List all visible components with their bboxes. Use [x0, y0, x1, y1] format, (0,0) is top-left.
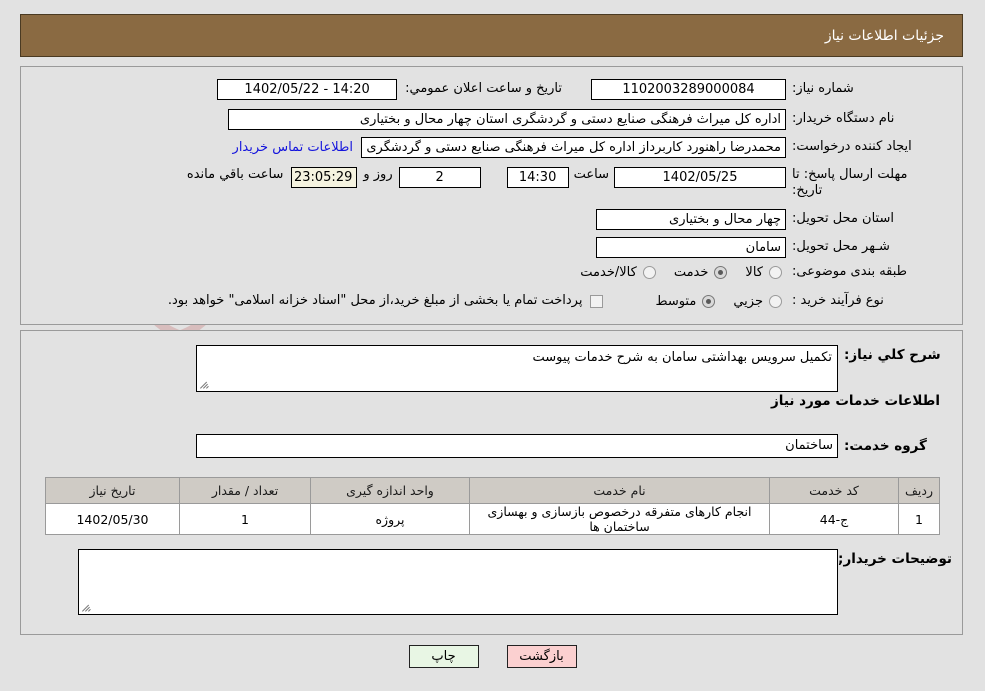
hour-label: ساعت	[573, 167, 609, 182]
city-label: شـهر محل تحویل:	[792, 239, 890, 255]
services-heading: اطلاعات خدمات مورد نیاز	[770, 393, 940, 409]
announcement-value: 14:20 - 1402/05/22	[217, 79, 398, 100]
need-number-label: شماره نیاز:	[792, 81, 854, 97]
buyer-org-label: نام دستگاه خریدار:	[792, 111, 895, 127]
radio-category-kala-khedmat[interactable]	[642, 265, 656, 279]
services-table: ردیف کد خدمت نام خدمت واحد اندازه گیری ت…	[45, 477, 940, 535]
radio-category-kala[interactable]	[769, 265, 782, 279]
remaining-suffix-label: ساعت باقي مانده	[186, 167, 284, 182]
table-row: 1 ج-44 انجام کارهای متفرقه درخصوص بازساز…	[45, 503, 940, 535]
radio-process-jozei[interactable]	[769, 294, 782, 308]
radio-category-khedmat[interactable]	[714, 265, 728, 279]
page-title: جزئیات اطلاعات نیاز	[824, 27, 944, 44]
category-label: طبقه بندی موضوعی:	[792, 264, 908, 279]
buyer-contact-link[interactable]: اطلاعات تماس خریدار	[233, 140, 353, 155]
province-row: استان محل تحویل: چهار محال و بختیاری	[596, 209, 952, 230]
announcement-row: تاریخ و ساعت اعلان عمومي: 14:20 - 1402/0…	[217, 79, 562, 100]
general-desc-value: تکمیل سرویس بهداشتی سامان به شرح خدمات پ…	[532, 350, 832, 365]
deadline-label-line1: مهلت ارسال پاسخ: تا	[792, 167, 908, 182]
service-group-value: ساختمان	[196, 434, 838, 458]
deadline-time-value: 14:30	[506, 167, 569, 188]
print-button[interactable]: چاپ	[408, 645, 479, 668]
radio-process-motevaset[interactable]	[702, 294, 716, 308]
time-remaining-value: 23:05:29	[291, 167, 358, 188]
cell-need-date: 1402/05/30	[45, 503, 180, 535]
process-label: نوع فرآیند خرید :	[792, 293, 884, 308]
province-label: استان محل تحویل:	[792, 211, 894, 227]
cell-row-no: 1	[898, 503, 940, 535]
action-button-bar: بازگشت چاپ	[0, 645, 985, 668]
buyer-org-value: اداره کل میراث فرهنگی صنایع دستی و گردشگ…	[228, 109, 786, 130]
radio-category-kala-label: کالا	[745, 264, 763, 280]
radio-process-motevaset-label: متوسط	[655, 293, 697, 309]
buyer-notes-label: توضیحات خریدار;	[838, 551, 952, 567]
radio-process-jozei-label: جزیي	[733, 293, 763, 309]
treasury-text: پرداخت تمام یا بخشی از مبلغ خرید،از محل …	[167, 293, 583, 308]
city-value: سامان	[596, 237, 786, 258]
cell-service-name: انجام کارهای متفرقه درخصوص بازسازی و بهس…	[469, 503, 770, 535]
category-row: طبقه بندی موضوعی: کالا خدمت کالا/خدمت	[562, 264, 952, 280]
buyer-org-row: نام دستگاه خریدار: اداره کل میراث فرهنگی…	[228, 109, 952, 130]
buyer-notes-textarea[interactable]	[78, 549, 838, 615]
buyer-notes-row: توضیحات خریدار;	[78, 549, 952, 615]
cell-quantity: 1	[179, 503, 311, 535]
th-quantity: تعداد / مقدار	[179, 477, 311, 504]
creator-row: ایجاد کننده درخواست: محمدرضا راهنورد کار…	[233, 137, 952, 158]
cell-unit: پروژه	[310, 503, 470, 535]
city-row: شـهر محل تحویل: سامان	[596, 237, 952, 258]
need-info-panel: شماره نیاز: 1102003289000084 تاریخ و ساع…	[20, 66, 963, 325]
cell-service-code: ج-44	[769, 503, 899, 535]
th-service-name: نام خدمت	[469, 477, 770, 504]
service-group-label: گروه خدمت:	[844, 437, 927, 454]
resize-grip-icon[interactable]	[199, 379, 210, 390]
general-desc-row: شرح کلي نیاز: تکمیل سرویس بهداشتی سامان …	[196, 345, 952, 392]
back-button[interactable]: بازگشت	[506, 645, 577, 668]
radio-category-kala-khedmat-label: کالا/خدمت	[580, 264, 637, 280]
table-header-row: ردیف کد خدمت نام خدمت واحد اندازه گیری ت…	[45, 477, 940, 504]
resize-grip-icon[interactable]	[81, 602, 92, 613]
need-number-row: شماره نیاز: 1102003289000084	[591, 79, 952, 100]
announcement-label: تاریخ و ساعت اعلان عمومي:	[405, 81, 562, 97]
creator-value: محمدرضا راهنورد کاربرداز اداره کل میراث …	[361, 137, 786, 158]
creator-label: ایجاد کننده درخواست:	[792, 139, 912, 155]
province-value: چهار محال و بختیاری	[596, 209, 786, 230]
deadline-date-value: 1402/05/25	[614, 167, 786, 188]
days-label: روز و	[363, 167, 393, 182]
services-heading-row: اطلاعات خدمات مورد نیاز	[771, 393, 952, 410]
page-header: جزئیات اطلاعات نیاز	[20, 14, 963, 57]
need-number-value: 1102003289000084	[591, 79, 786, 100]
th-service-code: کد خدمت	[769, 477, 899, 504]
deadline-label: مهلت ارسال پاسخ: تا تاریخ:	[792, 167, 952, 200]
radio-category-khedmat-label: خدمت	[673, 264, 709, 280]
general-desc-textarea[interactable]: تکمیل سرویس بهداشتی سامان به شرح خدمات پ…	[196, 345, 838, 392]
th-row-no: ردیف	[898, 477, 940, 504]
general-desc-label: شرح کلي نیاز:	[844, 347, 941, 363]
deadline-row: مهلت ارسال پاسخ: تا تاریخ: 1402/05/25 سا…	[187, 167, 952, 200]
process-row: نوع فرآیند خرید : جزیي متوسط پرداخت تمام…	[168, 293, 952, 309]
th-need-date: تاریخ نیاز	[45, 477, 180, 504]
deadline-label-line2: تاریخ:	[792, 183, 823, 199]
treasury-checkbox[interactable]	[590, 294, 604, 308]
days-remaining-value: 2	[398, 167, 481, 188]
service-group-row: گروه خدمت: ساختمان	[196, 434, 952, 458]
th-unit: واحد اندازه گیری	[310, 477, 470, 504]
